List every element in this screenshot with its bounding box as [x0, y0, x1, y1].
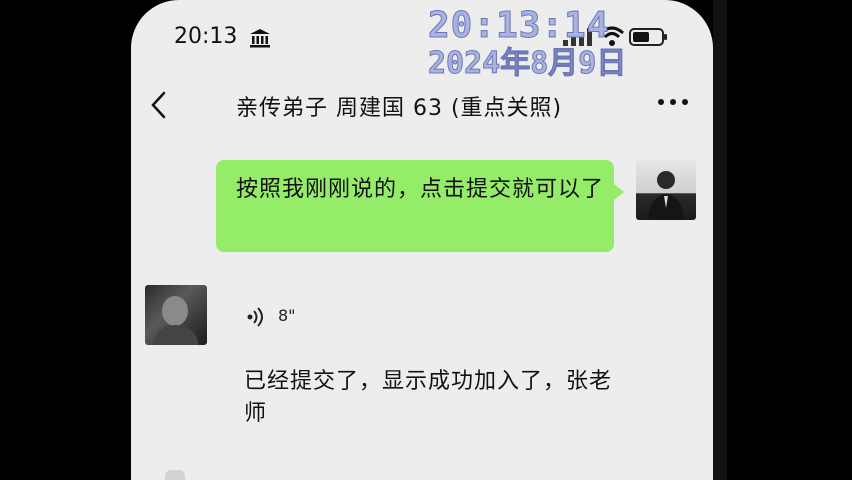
bank-icon — [250, 29, 270, 48]
incoming-message-text[interactable]: 已经提交了，显示成功加入了，张老师 — [244, 366, 624, 430]
person-silhouette-icon — [648, 171, 684, 220]
status-time: 20:13 — [174, 24, 238, 49]
chat-title: 亲传弟子 周建国 63 (重点关照) — [236, 96, 563, 121]
voice-duration: 8" — [278, 306, 296, 325]
watermark-date: 2024年8月9日 — [428, 46, 627, 82]
timestamp-watermark: 20:13:14 2024年8月9日 — [428, 5, 668, 82]
message-text: 按照我刚刚说的，点击提交就可以了 — [236, 177, 605, 202]
back-icon[interactable] — [148, 90, 170, 120]
next-avatar-partial — [165, 470, 185, 480]
my-avatar[interactable] — [636, 160, 696, 220]
outgoing-message-bubble[interactable]: 按照我刚刚说的，点击提交就可以了 — [216, 160, 624, 252]
contact-avatar[interactable] — [145, 285, 207, 345]
phone-edge — [713, 0, 727, 480]
voice-icon — [247, 307, 263, 327]
person-photo-icon — [153, 296, 199, 345]
watermark-time: 20:13:14 — [428, 5, 610, 46]
more-icon[interactable] — [656, 97, 690, 107]
